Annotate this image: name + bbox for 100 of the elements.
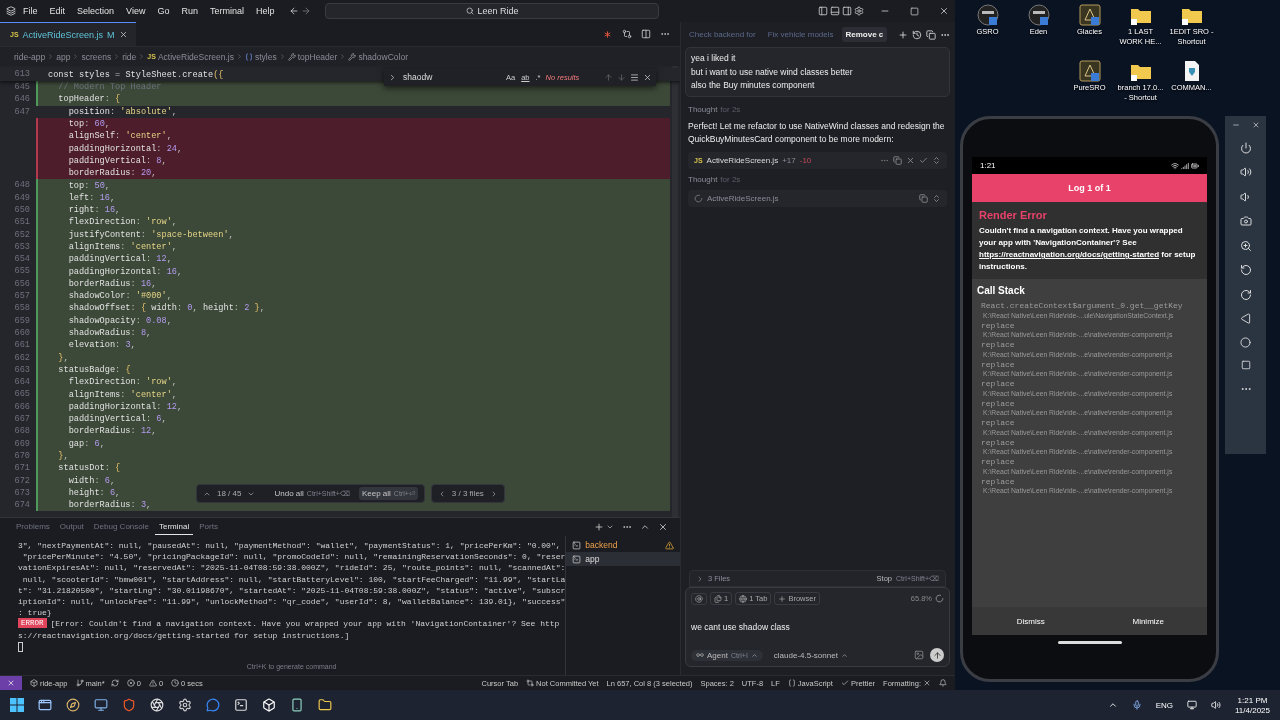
stack-frame-method[interactable]: replace <box>981 476 1202 486</box>
tray-overflow-icon[interactable] <box>1107 700 1118 710</box>
stack-frame-method[interactable]: replace <box>981 320 1202 330</box>
chat-tab[interactable]: Remove c <box>841 27 888 42</box>
chevron-down-icon[interactable] <box>606 523 614 531</box>
zoom-icon[interactable] <box>1239 239 1252 252</box>
stack-frame-method[interactable]: replace <box>981 398 1202 408</box>
microphone-icon[interactable] <box>1131 700 1142 710</box>
expand-icon[interactable] <box>932 155 941 165</box>
breadcrumb-item[interactable]: topHeader <box>287 51 338 62</box>
compare-icon[interactable] <box>622 29 632 39</box>
stack-frame-method[interactable]: replace <box>981 418 1202 428</box>
terminal-session[interactable]: app <box>566 552 680 566</box>
panel-toggle-icon[interactable] <box>830 6 840 16</box>
history-icon[interactable] <box>912 29 922 40</box>
panel-tab[interactable]: Terminal <box>154 519 194 535</box>
start-icon[interactable] <box>10 698 24 712</box>
volume-up-icon[interactable] <box>1239 166 1252 178</box>
terminal-session[interactable]: backend <box>566 538 680 552</box>
rotate-left-icon[interactable] <box>1239 264 1252 276</box>
maximize-panel-icon[interactable] <box>640 522 650 532</box>
minimize-button[interactable]: Minimize <box>1089 607 1207 635</box>
close-icon[interactable] <box>643 72 652 82</box>
settings-icon[interactable] <box>854 6 864 16</box>
back-icon[interactable] <box>1240 313 1251 324</box>
close-icon[interactable] <box>939 6 949 16</box>
expand-icon[interactable] <box>932 193 941 203</box>
volume-icon[interactable] <box>1211 700 1221 710</box>
accept-icon[interactable] <box>919 155 928 165</box>
app-icon[interactable] <box>976 4 999 26</box>
send-button[interactable] <box>930 648 944 662</box>
image-icon[interactable] <box>914 650 924 660</box>
menu-item[interactable]: Run <box>176 4 203 18</box>
panel-tab[interactable]: Problems <box>12 519 54 535</box>
overview-icon[interactable] <box>1240 360 1251 370</box>
menu-item[interactable]: Help <box>250 4 280 18</box>
camera-icon[interactable] <box>1239 215 1252 227</box>
compass-icon[interactable] <box>66 698 80 712</box>
model-selector[interactable]: claude-4.5-sonnet <box>768 649 853 661</box>
game-icon[interactable] <box>1078 4 1101 26</box>
close-panel-icon[interactable] <box>658 522 668 532</box>
reject-icon[interactable] <box>906 155 915 165</box>
breadcrumb-item[interactable]: shadowColor <box>348 51 408 62</box>
stack-frame-method[interactable]: replace <box>981 359 1202 369</box>
folder-icon[interactable] <box>318 698 332 712</box>
asterisk-icon[interactable] <box>602 28 613 40</box>
network-icon[interactable] <box>1187 700 1197 710</box>
breadcrumb-item[interactable]: app <box>56 51 71 62</box>
menu-item[interactable]: View <box>121 4 151 18</box>
breadcrumb-item[interactable]: styles <box>244 51 277 62</box>
chat-input[interactable]: we cant use shadow class <box>691 609 944 644</box>
cube-icon[interactable] <box>262 698 276 712</box>
close-icon[interactable] <box>118 30 128 39</box>
home-icon[interactable] <box>1240 336 1251 348</box>
rotate-right-icon[interactable] <box>1239 288 1252 301</box>
new-chat-icon[interactable] <box>898 29 908 40</box>
find-in-selection-icon[interactable] <box>630 72 639 82</box>
file-edit-card[interactable]: ActiveRideScreen.js <box>688 189 947 207</box>
dismiss-button[interactable]: Dismiss <box>972 607 1090 635</box>
phone-icon[interactable] <box>290 698 304 712</box>
remote-button[interactable] <box>0 676 22 690</box>
game-icon[interactable] <box>1078 60 1101 82</box>
notifications-icon[interactable] <box>939 679 947 687</box>
split-editor-icon[interactable] <box>641 29 651 39</box>
volume-down-icon[interactable] <box>1239 190 1252 203</box>
secondary-sidebar-icon[interactable] <box>842 6 852 16</box>
toggle-replace-icon[interactable] <box>388 72 397 82</box>
menu-item[interactable]: File <box>18 4 43 18</box>
menu-item[interactable]: Edit <box>44 4 71 18</box>
breadcrumb-item[interactable]: ride <box>122 51 137 62</box>
thought-label[interactable]: Thought <box>688 104 718 114</box>
monitor-icon[interactable] <box>94 698 108 712</box>
breadcrumb-item[interactable]: ride-app <box>14 51 46 62</box>
breadcrumb-item[interactable]: screens <box>81 51 112 62</box>
maximize-icon[interactable] <box>910 6 919 16</box>
menu-item[interactable]: Terminal <box>204 4 249 18</box>
aperture-icon[interactable] <box>150 698 164 712</box>
stack-frame-method[interactable]: replace <box>981 437 1202 447</box>
power-icon[interactable] <box>1239 141 1252 154</box>
terminal-icon[interactable] <box>234 698 248 712</box>
panel-tab[interactable]: Ports <box>195 519 222 535</box>
search-box[interactable]: Leen Ride <box>325 3 660 19</box>
panel-tab[interactable]: Debug Console <box>89 519 153 535</box>
back-icon[interactable] <box>289 6 300 16</box>
clock[interactable]: 1:21 PM 11/4/2025 <box>1235 695 1270 715</box>
stack-frame-method[interactable]: replace <box>981 379 1202 389</box>
thought-label[interactable]: Thought <box>688 174 718 184</box>
close-icon[interactable] <box>1251 121 1260 129</box>
chat-icon[interactable] <box>206 698 220 712</box>
mention-button[interactable] <box>691 592 707 605</box>
menu-item[interactable]: Selection <box>72 4 120 18</box>
shield-icon[interactable] <box>122 698 136 712</box>
sidebar-toggle-icon[interactable] <box>818 6 828 16</box>
settings-icon[interactable] <box>178 698 192 712</box>
stack-frame-method[interactable]: replace <box>981 457 1202 467</box>
new-terminal-icon[interactable] <box>594 522 604 532</box>
window-icon[interactable] <box>38 698 52 712</box>
docs-link[interactable]: https://reactnavigation.org/docs/getting-started <box>979 250 1159 259</box>
find-input[interactable]: shaodw <box>401 72 501 82</box>
panel-tab[interactable]: Output <box>55 519 88 535</box>
